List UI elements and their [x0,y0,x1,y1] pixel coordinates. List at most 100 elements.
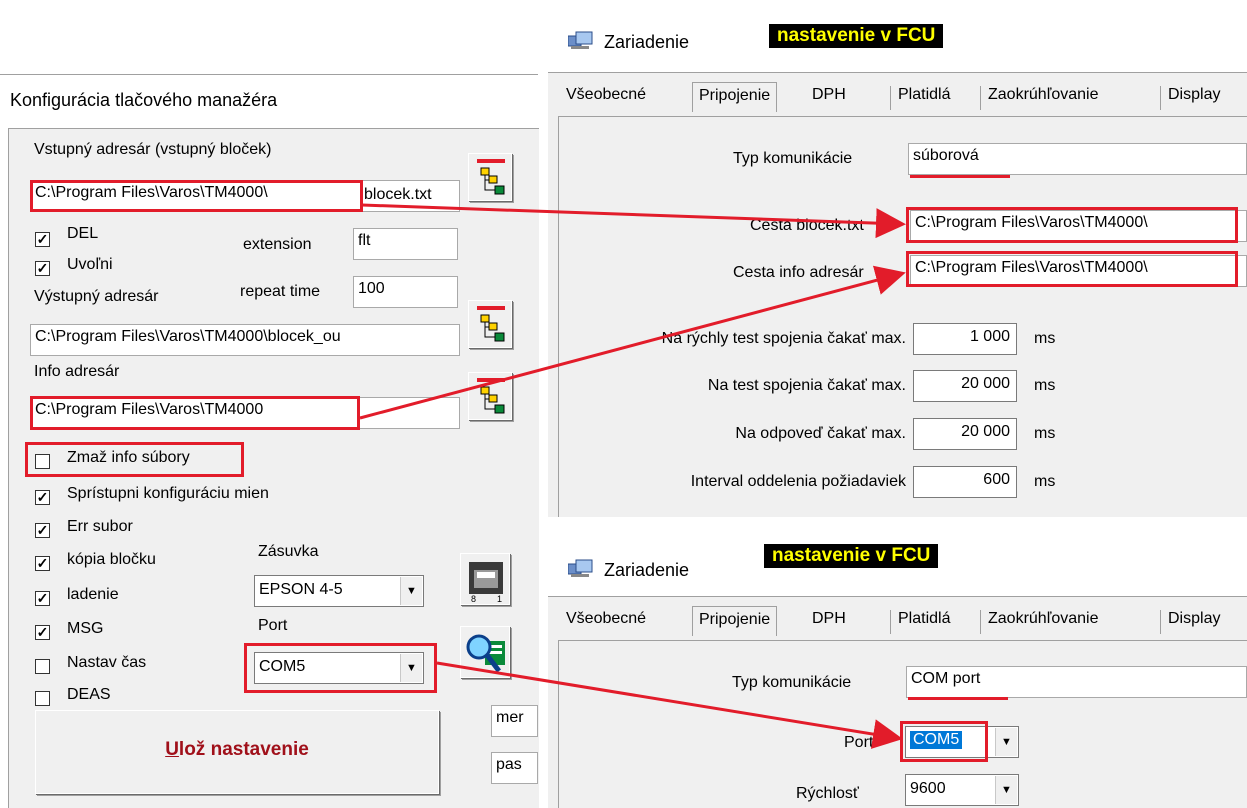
input-dir-label: Vstupný adresár (vstupný bloček) [34,141,272,158]
tab-3[interactable]: Platidlá [898,610,950,634]
option-label: MSG [67,620,104,637]
option-checkbox[interactable]: ✓ [35,490,50,505]
browse-info-dir-button[interactable] [468,372,512,420]
speed-select[interactable]: 9600 ▼ [905,774,1019,806]
typ-komunikacie-label: Typ komunikácie [732,674,852,691]
tab-4[interactable]: Zaokrúhľovanie [988,610,1099,634]
cesta-blocek-label: Cesta blocek.txt [750,217,864,234]
tab-4[interactable]: Zaokrúhľovanie [988,86,1099,110]
output-dir-field[interactable]: C:\Program Files\Varos\TM4000\blocek_ou [30,324,460,356]
timing-value-field[interactable]: 600 [913,466,1017,498]
del-label: DEL [67,225,99,242]
zasuvka-label: Zásuvka [258,543,319,560]
tab-separator [890,86,891,110]
timing-label: Interval oddelenia požiadaviek [690,473,906,490]
search-device-icon [466,634,505,673]
password-field-partial[interactable]: pas [491,752,538,784]
option-label: Err subor [67,518,133,535]
tab-separator [980,86,981,110]
typ-komunikacie-label: Typ komunikácie [733,150,853,167]
option-checkbox[interactable]: ✓ [35,625,50,640]
port-label: Port [258,617,288,634]
option-label: Sprístupni konfiguráciu mien [67,485,269,502]
option-checkbox[interactable] [35,659,50,674]
fcu-badge: nastavenie v FCU [769,24,944,48]
tab-2[interactable]: DPH [812,86,846,110]
device-window-top: Zariadenie nastavenie v FCU Všeobecné Pri… [548,0,1247,517]
tab-separator [1160,610,1161,634]
name-field-partial[interactable]: mer [491,705,538,737]
timing-unit: ms [1034,473,1056,490]
highlight-port [244,643,437,693]
browse-output-dir-button[interactable] [468,300,512,348]
svg-text:8: 8 [471,594,476,604]
tab-3[interactable]: Platidlá [898,86,950,110]
speed-value: 9600 [910,780,946,797]
timing-label: Na odpoveď čakať max. [735,425,906,442]
tab-0[interactable]: Všeobecné [566,86,646,110]
timing-unit: ms [1034,425,1056,442]
option-checkbox[interactable]: ✓ [35,556,50,571]
timing-value-field[interactable]: 20 000 [913,370,1017,402]
chevron-down-icon[interactable]: ▼ [400,577,422,605]
del-checkbox[interactable]: ✓ [35,232,50,247]
device-icon [567,558,594,585]
timing-unit: ms [1034,377,1056,394]
tab-1[interactable]: Pripojenie [692,82,778,112]
timing-unit: ms [1034,330,1056,347]
panel-top-border [0,74,538,75]
speed-label: Rýchlosť [796,785,859,802]
cesta-info-label: Cesta info adresár [733,264,864,281]
option-label: DEAS [67,686,111,703]
device-icon [567,30,594,57]
repeat-time-field[interactable]: 100 [353,276,458,308]
repeat-time-label: repeat time [240,283,321,300]
chevron-down-icon[interactable]: ▼ [995,776,1017,804]
tab-5[interactable]: Display [1168,610,1220,634]
browse-input-dir-button[interactable] [468,153,512,201]
save-settings-label: Ulož nastavenie [36,739,438,761]
zasuvka-select[interactable]: EPSON 4-5 ▼ [254,575,424,607]
tab-strip: Všeobecné Pripojenie DPH Platidlá Zaokrúhľov… [548,80,1247,112]
device-window-title: Zariadenie [604,32,690,52]
panel-title: Konfigurácia tlačového manažéra [10,90,278,110]
tab-0[interactable]: Všeobecné [566,610,646,634]
option-label: ladenie [67,586,119,603]
tab-separator [980,610,981,634]
drawer-port-button[interactable]: 81 [460,553,510,605]
device-window-title: Zariadenie [604,560,690,580]
tab-separator [890,610,891,634]
option-checkbox[interactable] [35,691,50,706]
tab-5[interactable]: Display [1168,86,1220,110]
tab-1[interactable]: Pripojenie [692,606,778,636]
device-window-bottom: Zariadenie nastavenie v FCU Všeobecné Pri… [548,530,1247,808]
highlight-cesta-blocek [906,207,1238,243]
chevron-down-icon[interactable]: ▼ [995,728,1017,756]
typ-komunikacie-field[interactable]: súborová [908,143,1247,175]
option-label: Nastav čas [67,654,147,671]
option-checkbox[interactable]: ✓ [35,591,50,606]
input-file-field[interactable]: blocek.txt [364,186,436,204]
tab-separator [1160,86,1161,110]
highlight-zmaz-info [25,442,244,477]
folder-tree-icon [477,378,505,414]
save-settings-button[interactable]: Ulož nastavenie [35,710,439,794]
underline-typ [908,697,1008,700]
option-checkbox[interactable]: ✓ [35,523,50,538]
info-dir-label: Info adresár [34,363,120,380]
timing-value-field[interactable]: 20 000 [913,418,1017,450]
highlight-port [900,721,988,762]
port-label: Port [844,734,874,751]
port-search-button[interactable] [460,626,510,678]
save-settings-text: lož nastavenie [178,739,309,760]
extension-field[interactable]: flt [353,228,458,260]
tab-2[interactable]: DPH [812,610,846,634]
uvolni-label: Uvoľni [67,256,113,273]
uvolni-checkbox[interactable]: ✓ [35,261,50,276]
folder-tree-icon [477,306,505,342]
tab-content [558,116,1247,517]
timing-value-field[interactable]: 1 000 [913,323,1017,355]
typ-komunikacie-field[interactable]: COM port [906,666,1247,698]
save-settings-accelerator: U [165,739,179,760]
tab-strip: Všeobecné Pripojenie DPH Platidlá Zaokrúhľov… [548,604,1247,636]
